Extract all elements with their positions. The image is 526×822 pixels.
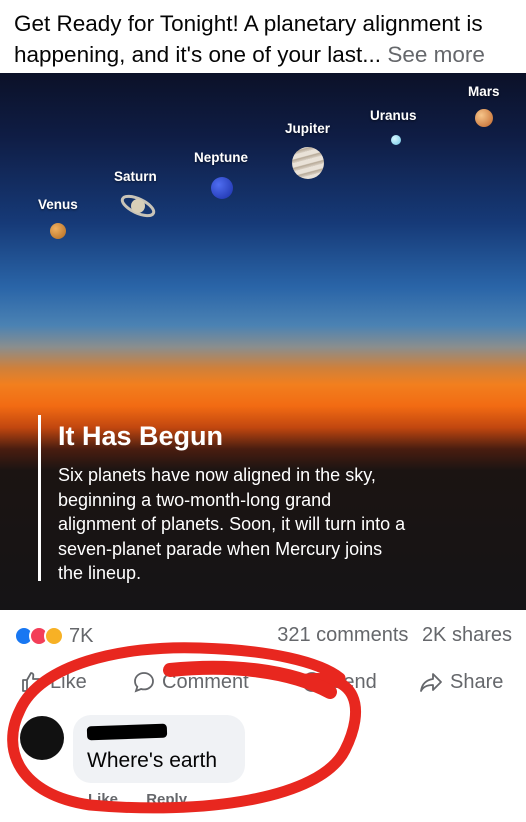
like-label: Like xyxy=(50,670,87,693)
send-label: Send xyxy=(330,670,377,693)
comment-count[interactable]: 321 comments xyxy=(277,624,408,646)
engagement-counts: 321 comments 2K shares xyxy=(277,624,512,647)
see-more-link[interactable]: See more xyxy=(387,42,485,67)
send-button[interactable]: Send xyxy=(300,664,377,700)
comment-button[interactable]: Comment xyxy=(132,664,249,700)
share-arrow-icon xyxy=(420,673,442,692)
planet-label-mars: Mars xyxy=(468,84,500,99)
planet-label-neptune: Neptune xyxy=(194,150,248,165)
planet-label-venus: Venus xyxy=(38,197,78,212)
neptune-planet xyxy=(211,177,233,199)
headline-accent-bar xyxy=(38,415,41,581)
comment-bubble-icon xyxy=(134,672,154,693)
action-bar: Like Comment Send Share xyxy=(0,664,526,700)
comment-text: Where's earth xyxy=(87,749,218,772)
reaction-count: 7K xyxy=(69,624,94,647)
comment-like-link[interactable]: Like xyxy=(88,791,118,808)
post-caption: Get Ready for Tonight! A planetary align… xyxy=(14,8,514,70)
mars-planet xyxy=(475,109,493,127)
like-button[interactable]: Like xyxy=(20,664,87,700)
uranus-planet xyxy=(391,135,401,145)
reactions-summary[interactable]: 7K xyxy=(14,624,93,648)
planet-label-jupiter: Jupiter xyxy=(285,121,331,136)
messenger-icon xyxy=(302,672,322,692)
comment-label: Comment xyxy=(162,670,249,693)
image-body-text: Six planets have now aligned in the sky,… xyxy=(58,465,406,583)
jupiter-planet xyxy=(292,147,324,179)
comment-reply-link[interactable]: Reply xyxy=(146,791,187,808)
image-headline: It Has Begun xyxy=(58,421,224,451)
post-image[interactable]: Venus Saturn Neptune Jupiter Uranus Mars… xyxy=(0,73,526,610)
commenter-avatar[interactable] xyxy=(20,716,64,760)
planet-label-uranus: Uranus xyxy=(370,108,417,123)
saturn-planet xyxy=(120,194,156,218)
share-button[interactable]: Share xyxy=(418,664,503,700)
venus-planet xyxy=(50,223,66,239)
comment-actions: Like Reply xyxy=(88,791,211,808)
thumbs-up-icon xyxy=(22,672,42,692)
comment-bubble: Where's earth xyxy=(73,715,245,783)
planet-label-saturn: Saturn xyxy=(114,169,157,184)
share-count[interactable]: 2K shares xyxy=(422,624,512,646)
wow-reaction-icon xyxy=(44,626,64,646)
redacted-commenter-name xyxy=(86,723,168,741)
share-label: Share xyxy=(450,670,504,693)
